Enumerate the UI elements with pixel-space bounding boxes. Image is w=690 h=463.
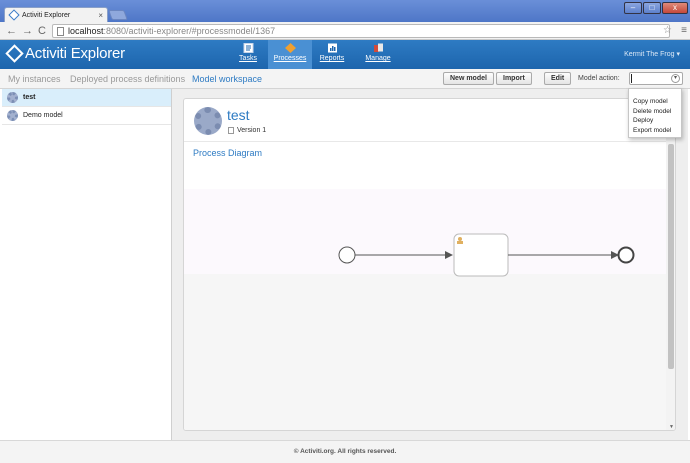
model-gear-icon: [7, 110, 18, 121]
url-path: :8080/activiti-explorer/#processmodel/13…: [103, 26, 276, 36]
nav-tasks-label: Tasks: [239, 55, 257, 62]
new-model-button[interactable]: New model: [443, 72, 494, 85]
model-list: test Demo model: [2, 89, 172, 440]
nav-tasks[interactable]: Tasks: [226, 40, 270, 69]
logo-text: Activiti Explorer: [25, 45, 125, 62]
browser-toolbar: ← → C localhost:8080/activiti-explorer/#…: [0, 22, 690, 40]
processes-icon: [284, 43, 296, 53]
end-event[interactable]: [617, 246, 635, 264]
reports-icon: [327, 43, 337, 53]
model-name: test: [23, 94, 36, 101]
menu-item-copy-model[interactable]: Copy model: [629, 97, 681, 107]
sub-navigation: My instances Deployed process definition…: [0, 69, 690, 89]
copyright-text: © Activiti.org. All rights reserved.: [293, 448, 397, 455]
manage-icon: [373, 43, 383, 52]
menu-item-export-model[interactable]: Export model: [629, 126, 681, 136]
nav-reports-label: Reports: [319, 55, 345, 62]
nav-manage-label: Manage: [365, 55, 391, 62]
chevron-down-icon[interactable]: ▾: [671, 74, 680, 83]
url-host: localhost: [68, 26, 104, 36]
model-name: Demo model: [23, 112, 63, 119]
nav-manage[interactable]: Manage: [356, 40, 400, 69]
list-item[interactable]: Demo model: [2, 107, 171, 125]
nav-reports[interactable]: Reports: [310, 40, 354, 69]
forward-arrow-icon[interactable]: →: [22, 25, 33, 37]
edit-button[interactable]: Edit: [544, 72, 572, 85]
app-header: Activiti Explorer Tasks Processes Report…: [0, 40, 690, 69]
activiti-logo[interactable]: Activiti Explorer: [5, 44, 125, 63]
list-item[interactable]: test: [2, 89, 171, 107]
new-tab-button[interactable]: [108, 10, 128, 20]
tab-deployed-process-definitions[interactable]: Deployed process definitions: [70, 74, 185, 84]
model-detail-card: test Version 1 Process Diagram ▼: [183, 98, 676, 431]
model-action-label: Model action:: [578, 75, 620, 82]
import-button[interactable]: Import: [496, 72, 532, 85]
tasks-icon: [243, 43, 253, 53]
menu-item-delete-model[interactable]: Delete model: [629, 107, 681, 117]
tab-title: Activiti Explorer: [22, 11, 71, 19]
back-arrow-icon[interactable]: ←: [6, 25, 17, 37]
footer: © Activiti.org. All rights reserved.: [0, 440, 690, 463]
nav-processes-label: Processes: [273, 55, 307, 62]
activiti-logo-icon: [5, 44, 24, 63]
user-task[interactable]: [453, 233, 509, 277]
browser-titlebar: Activiti Explorer × – □ x: [0, 0, 690, 22]
maximize-button[interactable]: □: [643, 2, 661, 14]
browser-menu-icon[interactable]: ≡: [681, 25, 687, 36]
model-gear-icon: [7, 92, 18, 103]
text-caret: [631, 74, 632, 83]
browser-tab[interactable]: Activiti Explorer ×: [4, 7, 108, 22]
model-action-select[interactable]: ▾: [629, 72, 683, 85]
scroll-down-arrow-icon[interactable]: ▼: [669, 424, 674, 430]
scrollbar-thumb[interactable]: [668, 144, 674, 369]
minimize-button[interactable]: –: [624, 2, 642, 14]
window-close-button[interactable]: x: [662, 2, 688, 14]
menu-item-deploy[interactable]: Deploy: [629, 116, 681, 126]
process-diagram: [338, 233, 635, 277]
tab-my-instances[interactable]: My instances: [8, 74, 61, 84]
nav-processes[interactable]: Processes: [268, 40, 312, 69]
user-menu[interactable]: Kermit The Frog ▾: [624, 50, 680, 58]
model-action-dropdown: Copy model Delete model Deploy Export mo…: [628, 88, 682, 138]
bookmark-star-icon[interactable]: ☆: [663, 25, 672, 36]
reload-icon[interactable]: C: [38, 25, 46, 37]
model-detail-pane: test Version 1 Process Diagram ▼: [172, 89, 688, 440]
address-bar[interactable]: localhost:8080/activiti-explorer/#proces…: [52, 24, 670, 38]
tab-close-icon[interactable]: ×: [98, 11, 103, 20]
page-icon: [57, 26, 64, 36]
start-event[interactable]: [338, 246, 356, 264]
tab-model-workspace[interactable]: Model workspace: [192, 74, 262, 84]
activiti-favicon-icon: [8, 9, 20, 21]
